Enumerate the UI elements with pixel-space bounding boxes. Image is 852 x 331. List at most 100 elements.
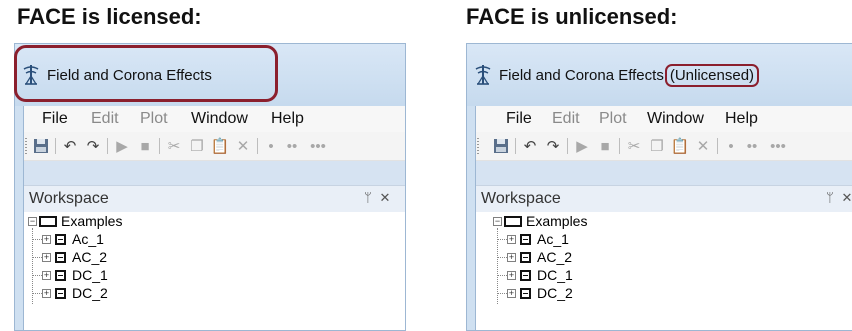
delete-icon[interactable]: ✕ [232,132,254,160]
tree-line [498,275,507,276]
workspace-tree: − Examples + Ac_1 + AC_2 + DC_1 + DC_2 [476,212,852,330]
delete-icon[interactable]: ✕ [692,132,714,160]
tree-line [33,239,42,240]
close-icon[interactable]: ✕ [379,190,390,205]
pin-icon[interactable]: ᛘ [826,190,834,205]
more-icon[interactable]: ••• [304,132,332,160]
expand-icon[interactable]: + [42,289,51,298]
panel-licensed: Field and Corona Effects File Edit Plot … [14,43,406,331]
toolbar-separator [717,138,718,154]
menu-edit[interactable]: Edit [91,110,119,128]
undo-icon[interactable]: ↶ [59,132,81,160]
heading-licensed: FACE is licensed: [17,4,202,29]
expand-icon[interactable]: + [42,253,51,262]
menu-help[interactable]: Help [271,110,304,128]
tree-item-label[interactable]: AC_2 [537,249,572,265]
toolbar: ↶ ↷ ▶ ■ ✂ ❐ 📋 ✕ • •• ••• [24,132,405,161]
toolbar-separator [515,138,516,154]
tree-line [498,239,507,240]
menu-plot[interactable]: Plot [140,110,168,128]
expand-icon[interactable]: + [507,289,516,298]
cut-icon[interactable]: ✂ [623,132,645,160]
item-icon [520,234,531,245]
play-icon[interactable]: ▶ [571,132,593,160]
cut-icon[interactable]: ✂ [163,132,185,160]
menu-file[interactable]: File [506,110,532,128]
dot-icon[interactable]: • [722,132,740,160]
heading-unlicensed: FACE is unlicensed: [466,4,678,29]
paste-icon[interactable]: 📋 [669,132,691,160]
expand-icon[interactable]: + [507,271,516,280]
tree-item-label[interactable]: DC_1 [72,267,108,283]
menu-plot[interactable]: Plot [599,110,627,128]
item-icon [520,252,531,263]
menu-edit[interactable]: Edit [552,110,580,128]
workspace-controls: ᛘ ✕ [826,190,852,206]
tree-item-label[interactable]: Ac_1 [537,231,569,247]
item-icon [55,288,66,299]
expand-icon[interactable]: + [42,235,51,244]
app-logo-icon [475,65,491,85]
menu-bar: File Edit Plot Window Help [24,106,405,132]
client-area: File Edit Plot Window Help ↶ ↷ ▶ ■ ✂ ❐ 📋… [23,106,405,330]
undo-icon[interactable]: ↶ [519,132,541,160]
title-bar[interactable]: Field and Corona Effects (Unlicensed) [467,44,852,106]
expand-icon[interactable]: + [507,253,516,262]
workspace-controls: ᛘ ✕ [364,190,390,206]
window-title: Field and Corona Effects (Unlicensed) [499,64,760,87]
workspace-tree: − Examples + Ac_1 + AC_2 + DC_1 + DC_2 [24,212,405,330]
menu-window[interactable]: Window [647,110,704,128]
collapse-icon[interactable]: − [28,217,37,226]
item-icon [55,270,66,281]
dots-icon[interactable]: •• [281,132,303,160]
toolbar-separator [159,138,160,154]
toolbar-separator [257,138,258,154]
tree-item-label[interactable]: DC_2 [537,285,573,301]
dock-gap [476,161,852,185]
client-area: File Edit Plot Window Help ↶ ↷ ▶ ■ ✂ ❐ 📋… [475,106,852,330]
more-icon[interactable]: ••• [764,132,792,160]
paste-icon[interactable]: 📋 [209,132,231,160]
tree-root-label[interactable]: Examples [61,213,122,229]
stop-icon[interactable]: ■ [134,132,156,160]
folder-icon [504,216,522,227]
menu-window[interactable]: Window [191,110,248,128]
tree-root-label[interactable]: Examples [526,213,587,229]
collapse-icon[interactable]: − [493,217,502,226]
expand-icon[interactable]: + [507,235,516,244]
toolbar-separator [55,138,56,154]
stop-icon[interactable]: ■ [594,132,616,160]
item-icon [520,288,531,299]
play-icon[interactable]: ▶ [111,132,133,160]
dot-icon[interactable]: • [262,132,280,160]
panel-unlicensed: Field and Corona Effects (Unlicensed) Fil… [466,43,852,331]
tree-item-label[interactable]: Ac_1 [72,231,104,247]
folder-icon [39,216,57,227]
tree-line [33,275,42,276]
copy-icon[interactable]: ❐ [186,132,208,160]
item-icon [55,252,66,263]
toolbar-separator [567,138,568,154]
unlicensed-tag: (Unlicensed) [664,64,760,87]
menu-help[interactable]: Help [725,110,758,128]
copy-icon[interactable]: ❐ [646,132,668,160]
menu-file[interactable]: File [42,110,68,128]
save-icon[interactable] [490,132,512,160]
highlight-ring-title [14,45,278,102]
item-icon [55,234,66,245]
tree-line [33,257,42,258]
pin-icon[interactable]: ᛘ [364,190,372,205]
tree-item-label[interactable]: DC_1 [537,267,573,283]
toolbar-grip[interactable] [477,138,479,154]
redo-icon[interactable]: ↷ [82,132,104,160]
toolbar-separator [107,138,108,154]
toolbar-grip[interactable] [25,138,27,154]
tree-item-label[interactable]: AC_2 [72,249,107,265]
expand-icon[interactable]: + [42,271,51,280]
save-icon[interactable] [30,132,52,160]
redo-icon[interactable]: ↷ [542,132,564,160]
close-icon[interactable]: ✕ [841,190,852,205]
dots-icon[interactable]: •• [741,132,763,160]
tree-item-label[interactable]: DC_2 [72,285,108,301]
workspace-title: Workspace [29,190,109,207]
